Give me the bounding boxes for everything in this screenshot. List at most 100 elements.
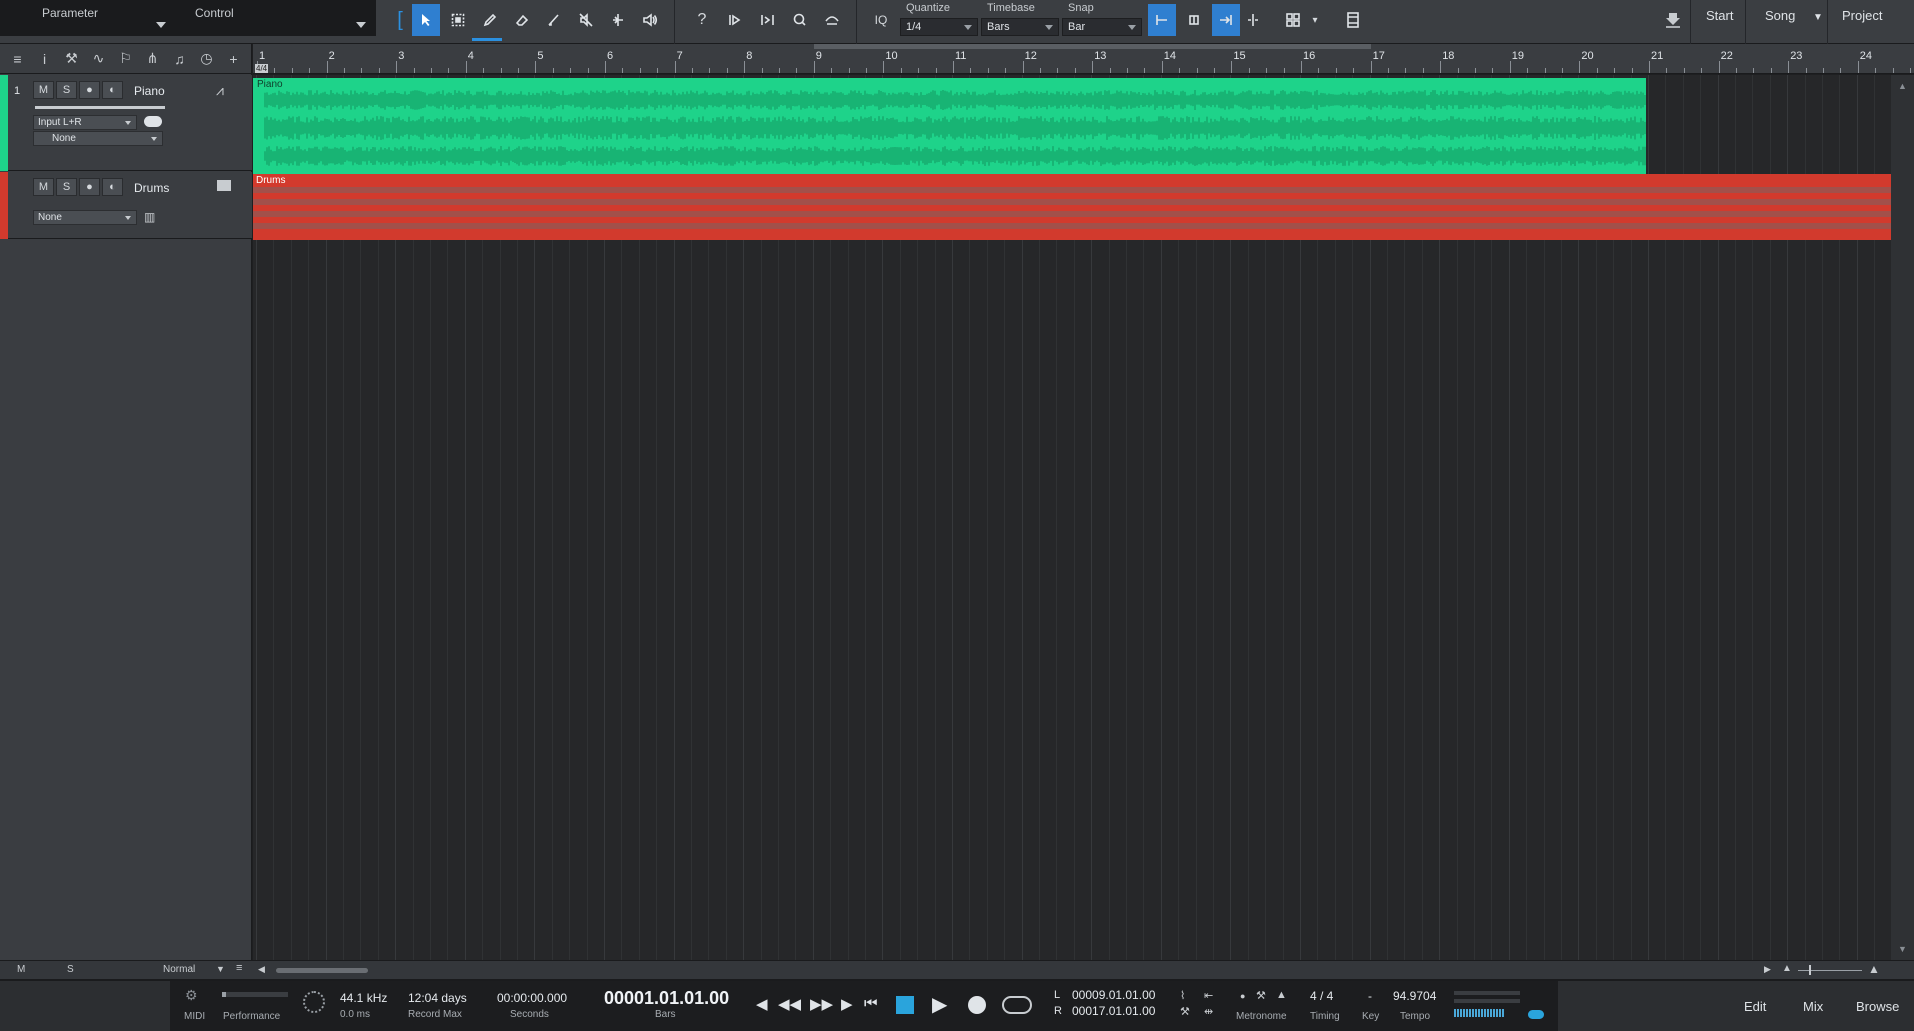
waveform-icon[interactable]: ⩘ <box>216 82 224 99</box>
control-dropdown-icon[interactable] <box>356 22 366 28</box>
track-height-label[interactable]: Normal <box>163 964 195 975</box>
monitor-button[interactable]: ◐ <box>102 178 123 196</box>
mute-button[interactable]: M <box>33 81 54 99</box>
timeline-ruler[interactable]: 1 2 3 4 5 6 7 8 9 10 11 12 13 14 15 16 17 18 19 20 21 22 23 24 … <box>253 44 1914 74</box>
zoom-in-icon[interactable]: ▲ <box>1868 962 1880 976</box>
metronome-settings-icon[interactable]: ⚒ <box>1180 1005 1190 1018</box>
horizontal-scrollbar-thumb[interactable] <box>276 968 368 973</box>
forward-marker-icon[interactable]: ▶ <box>841 995 853 1013</box>
punch-button[interactable] <box>818 4 846 36</box>
zoom-slider-handle[interactable] <box>1809 965 1811 975</box>
zoom-out-icon[interactable]: ▲ <box>1782 963 1792 974</box>
import-button[interactable] <box>1660 4 1686 36</box>
snap-to-grid-button[interactable] <box>1148 4 1176 36</box>
browse-button[interactable]: Browse <box>1856 999 1899 1014</box>
loop-range[interactable] <box>813 44 1371 49</box>
record-arm-button[interactable]: ● <box>79 81 100 99</box>
timebase-select[interactable]: Bars <box>981 18 1059 36</box>
scroll-down-icon[interactable]: ▼ <box>1898 944 1907 954</box>
automation-icon[interactable]: ∿ <box>85 50 112 67</box>
pencil-tool-button[interactable] <box>476 4 504 36</box>
video-button[interactable] <box>1340 4 1366 36</box>
edit-button[interactable]: Edit <box>1744 999 1766 1014</box>
arrow-tool-button[interactable] <box>412 4 440 36</box>
mute-tool-button[interactable] <box>572 4 600 36</box>
quantize-select[interactable]: 1/4 <box>900 18 978 36</box>
tempo-value[interactable]: 94.9704 <box>1393 989 1436 1003</box>
scroll-left-icon[interactable]: ◀ <box>258 964 265 975</box>
chord-track-icon[interactable]: ⋔ <box>139 50 166 67</box>
seconds-display[interactable]: 00:00:00.000 <box>497 991 567 1005</box>
loop-icon[interactable] <box>1002 996 1032 1014</box>
split-snap-button[interactable] <box>1242 4 1264 36</box>
listen-tool-button[interactable] <box>636 4 664 36</box>
metronome-icon[interactable]: ▲ <box>1276 989 1287 1001</box>
mute-all-button[interactable]: M <box>17 964 25 975</box>
record-button[interactable] <box>968 996 986 1014</box>
mute-button[interactable]: M <box>33 178 54 196</box>
record-arm-button[interactable]: ● <box>79 178 100 196</box>
song-button[interactable]: Song <box>1765 8 1795 23</box>
paint-tool-button[interactable] <box>540 4 568 36</box>
start-button[interactable]: Start <box>1706 8 1733 23</box>
help-button[interactable]: ? <box>688 4 716 36</box>
key-value[interactable]: - <box>1368 989 1372 1003</box>
solo-button[interactable]: S <box>56 178 77 196</box>
zoom-button[interactable] <box>786 4 814 36</box>
metronome-toggle[interactable] <box>1528 1010 1544 1019</box>
bend-button[interactable] <box>754 4 782 36</box>
return-to-zero-icon[interactable]: ⏮ <box>864 995 878 1012</box>
track-list-menu-icon[interactable]: ≡ <box>4 51 31 67</box>
add-track-icon[interactable]: + <box>220 51 247 67</box>
input-toggle[interactable] <box>144 116 162 127</box>
click-icon[interactable]: ● <box>1240 991 1245 1001</box>
rewind-marker-icon[interactable]: ◀ <box>756 995 768 1013</box>
fast-forward-icon[interactable]: ▶▶ <box>810 995 833 1013</box>
monitor-button[interactable]: ◐ <box>102 81 123 99</box>
mix-button[interactable]: Mix <box>1803 999 1823 1014</box>
layout-dropdown-icon[interactable]: ▾ <box>1308 4 1322 36</box>
autopunch-icon[interactable]: ⇹ <box>1204 1005 1213 1018</box>
vertical-scrollbar[interactable]: ▲ ▼ <box>1891 75 1914 960</box>
wrench-icon[interactable]: ⚒ <box>58 50 85 67</box>
bars-display[interactable]: 00001.01.01.00 <box>604 988 729 1009</box>
play-icon[interactable]: ▶ <box>932 992 947 1017</box>
drums-instrument-part[interactable]: Drums <box>253 174 1891 240</box>
instrument-editor-icon[interactable]: ▥ <box>144 210 155 224</box>
split-tool-button[interactable] <box>604 4 632 36</box>
arranger-icon[interactable]: ♫ <box>166 51 193 67</box>
layout-button[interactable] <box>1280 4 1308 36</box>
rewind-icon[interactable]: ◀◀ <box>778 995 801 1013</box>
preroll-icon[interactable]: ⇤ <box>1204 989 1213 1002</box>
input-select[interactable]: Input L+R <box>33 115 137 130</box>
piano-audio-event[interactable]: Piano <box>253 78 1646 174</box>
list-icon[interactable]: ≡ <box>236 962 242 974</box>
left-locator[interactable]: 00009.01.01.00 <box>1072 988 1155 1002</box>
track-name[interactable]: Piano <box>134 84 165 98</box>
range-tool-button[interactable] <box>444 4 472 36</box>
solo-button[interactable]: S <box>56 81 77 99</box>
timing-clock-icon[interactable]: ◷ <box>193 50 220 67</box>
project-button[interactable]: Project <box>1842 8 1882 23</box>
timing-value[interactable]: 4 / 4 <box>1310 989 1333 1003</box>
marker-flag-icon[interactable]: ⚐ <box>112 50 139 67</box>
solo-all-button[interactable]: S <box>67 964 74 975</box>
click-settings-icon[interactable]: ⚒ <box>1256 989 1266 1002</box>
precount-icon[interactable]: ⌇ <box>1180 989 1185 1002</box>
main-volume-meter[interactable] <box>1454 1009 1504 1017</box>
snap-cursor-button[interactable] <box>1212 4 1240 36</box>
zoom-slider[interactable] <box>1798 970 1862 971</box>
transient-button[interactable] <box>722 4 750 36</box>
folder-icon[interactable] <box>217 180 231 191</box>
output-select[interactable]: None <box>33 131 163 146</box>
parameter-dropdown-icon[interactable] <box>156 22 166 28</box>
track-drums[interactable]: M S ● ◐ Drums None ▥ <box>0 172 252 239</box>
right-locator[interactable]: 00017.01.01.00 <box>1072 1004 1155 1018</box>
output-select[interactable]: None <box>33 210 137 225</box>
scroll-right-icon[interactable]: ▶ <box>1764 964 1771 975</box>
track-piano[interactable]: 1 M S ● ◐ Piano ⩘ Input L+R None <box>0 75 252 171</box>
stop-button[interactable] <box>896 996 914 1014</box>
sync-icon[interactable] <box>303 991 325 1013</box>
snap-select[interactable]: Bar <box>1062 18 1142 36</box>
chevron-down-icon[interactable]: ▼ <box>216 964 225 974</box>
